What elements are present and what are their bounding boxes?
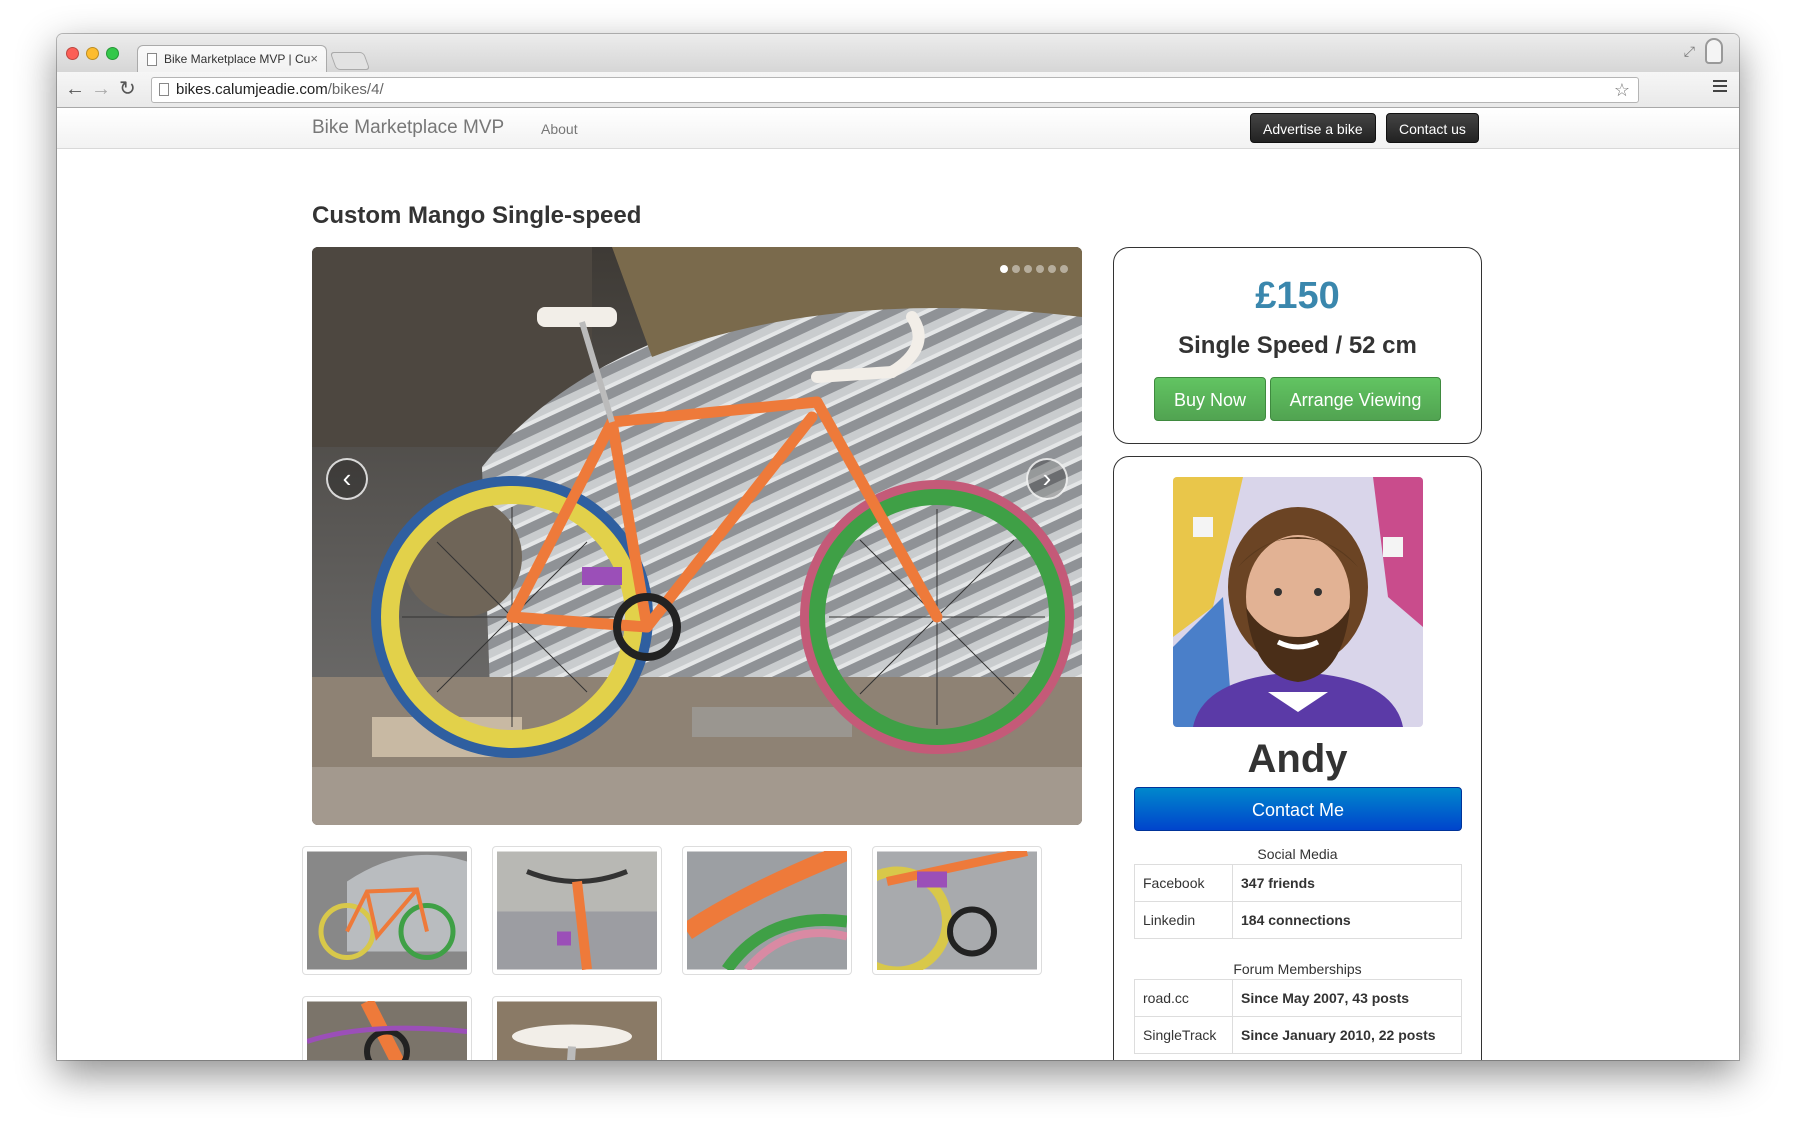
close-window-button[interactable] [66,47,79,60]
forum-memberships-heading: Forum Memberships [1233,961,1362,977]
table-row: Linkedin 184 connections [1134,901,1462,939]
thumbnail-image [497,851,657,970]
carousel-dot[interactable] [1060,265,1068,273]
table-row: SingleTrack Since January 2010, 22 posts [1134,1016,1462,1054]
social-media-heading: Social Media [1257,846,1338,862]
carousel-dot[interactable] [1000,265,1008,273]
reload-icon[interactable]: ↻ [119,78,136,100]
browser-toolbar: ← → ↻ bikes.calumjeadie.com/bikes/4/ ☆ [57,72,1739,108]
carousel-dot[interactable] [1048,265,1056,273]
bike-spec: Single Speed / 52 cm [1178,332,1417,359]
carousel-dot[interactable] [1012,265,1020,273]
screenshot-stage: Bike Marketplace MVP | Cu × ⤢ ← → ↻ bike… [0,0,1794,1138]
url-domain: bikes.calumjeadie.com [176,81,328,98]
table-row: Facebook 347 friends [1134,864,1462,902]
zoom-window-button[interactable] [106,47,119,60]
thumbnail-image [497,1001,657,1060]
brand-link[interactable]: Bike Marketplace MVP [312,117,504,139]
price-card: £150 Single Speed / 52 cm Buy Now Arrang… [1113,247,1482,444]
social-value: 347 friends [1232,864,1462,902]
carousel-prev-button[interactable]: ‹ [326,458,368,500]
address-bar[interactable]: bikes.calumjeadie.com/bikes/4/ ☆ [151,77,1639,103]
browser-titlebar: Bike Marketplace MVP | Cu × ⤢ [57,34,1739,73]
carousel-dot[interactable] [1024,265,1032,273]
minimize-window-button[interactable] [86,47,99,60]
forum-table: road.cc Since May 2007, 43 posts SingleT… [1134,979,1462,1054]
seller-name: Andy [1247,737,1348,781]
forum-value: Since January 2010, 22 posts [1232,1016,1462,1054]
advertise-bike-button[interactable]: Advertise a bike [1250,113,1376,143]
nav-about-link[interactable]: About [541,121,578,137]
new-tab-button[interactable] [329,52,371,70]
price: £150 [1255,275,1340,317]
thumbnail-image [307,851,467,970]
page-icon [159,83,169,96]
thumbnail[interactable] [492,846,662,975]
back-icon[interactable]: ← [65,78,85,100]
site-navbar: Bike Marketplace MVP About Advertise a b… [57,109,1739,149]
forum-name: SingleTrack [1134,1016,1233,1054]
photo-carousel: ‹ › [312,247,1082,825]
tab-title: Bike Marketplace MVP | Cu [164,52,311,66]
thumbnail[interactable] [682,846,852,975]
forward-icon[interactable]: → [91,78,111,100]
fullscreen-icon[interactable]: ⤢ [1684,43,1695,60]
thumbnail-image [307,1001,467,1060]
carousel-indicators [996,260,1068,278]
page-icon [147,53,157,66]
profile-icon[interactable] [1705,38,1723,64]
browser-window: Bike Marketplace MVP | Cu × ⤢ ← → ↻ bike… [57,34,1739,1060]
carousel-dot[interactable] [1036,265,1044,273]
tab-close-icon[interactable]: × [310,46,318,72]
seller-photo [1173,477,1423,727]
forum-value: Since May 2007, 43 posts [1232,979,1462,1017]
listing-title: Custom Mango Single-speed [312,202,642,229]
thumbnail-image [687,851,847,970]
seller-card: Andy Contact Me Social Media Facebook 34… [1113,456,1482,1060]
forum-name: road.cc [1134,979,1233,1017]
table-row: road.cc Since May 2007, 43 posts [1134,979,1462,1017]
thumbnail[interactable] [302,846,472,975]
thumbnail[interactable] [872,846,1042,975]
social-media-table: Facebook 347 friends Linkedin 184 connec… [1134,864,1462,939]
thumbnail[interactable] [302,996,472,1060]
contact-me-button[interactable]: Contact Me [1134,787,1462,831]
thumbnail[interactable] [492,996,662,1060]
contact-us-button[interactable]: Contact us [1386,113,1479,143]
bike-photo [312,247,1082,825]
menu-icon[interactable] [1713,80,1727,94]
buy-now-button[interactable]: Buy Now [1154,377,1266,421]
avatar [1173,477,1423,727]
social-value: 184 connections [1232,901,1462,939]
social-network: Facebook [1134,864,1233,902]
browser-tab[interactable]: Bike Marketplace MVP | Cu × [137,45,327,73]
thumbnail-image [877,851,1037,970]
url-path: /bikes/4/ [327,81,384,98]
social-network: Linkedin [1134,901,1233,939]
bookmark-star-icon[interactable]: ☆ [1614,78,1630,102]
carousel-next-button[interactable]: › [1026,458,1068,500]
arrange-viewing-button[interactable]: Arrange Viewing [1270,377,1441,421]
